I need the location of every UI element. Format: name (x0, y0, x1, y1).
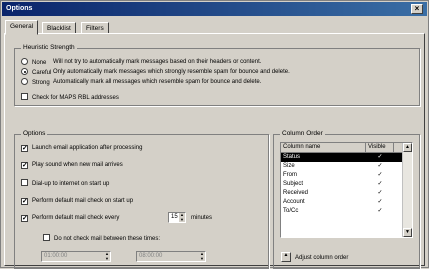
check-play-sound-label: Play sound when new mail arrives (32, 162, 123, 168)
close-button[interactable]: × (411, 4, 423, 14)
radio-careful-desc: Only automatically mark messages which s… (53, 69, 290, 75)
radio-strong[interactable]: Strong (21, 78, 50, 87)
visible-checkbox[interactable]: ✓ (366, 189, 394, 198)
check-play-sound-box[interactable]: ✓ (21, 162, 28, 169)
options-group-title: Options (21, 130, 48, 137)
visible-checkbox[interactable]: ✓ (366, 153, 394, 162)
tab-general[interactable]: General (5, 20, 39, 35)
column-row-status[interactable]: Status ✓ (281, 153, 412, 162)
column-row-name: Received (283, 190, 309, 196)
interval-stepper[interactable]: 15 ▲ ▼ (168, 212, 186, 223)
column-list-header: Column name Visible (281, 143, 412, 153)
radio-careful[interactable]: Careful (21, 68, 51, 77)
scroll-down-button[interactable]: ▼ (403, 228, 412, 237)
visible-checkbox[interactable]: ✓ (366, 171, 394, 180)
check-dial-up-box[interactable] (21, 179, 28, 186)
check-launch-email-box[interactable]: ✓ (21, 145, 28, 152)
column-row-name: To/Cc (283, 208, 299, 214)
header-visible[interactable]: Visible (366, 143, 394, 152)
heuristic-group-title: Heuristic Strength (21, 44, 77, 51)
radio-none-desc: Will not try to automatically mark messa… (53, 59, 262, 65)
radio-careful-button[interactable] (21, 68, 28, 75)
check-mail-every[interactable]: ✓ Perform default mail check every (21, 214, 119, 222)
column-row-name: From (283, 172, 297, 178)
chevron-down-icon: ▼ (405, 229, 410, 235)
interval-unit: minutes (191, 215, 213, 221)
check-dial-up[interactable]: Dial-up to internet on start up (21, 179, 109, 188)
column-row-account[interactable]: Account ✓ (281, 198, 412, 207)
time-from-field[interactable]: 01:00:00 ▲ ▼ (41, 251, 111, 262)
visible-checkbox[interactable]: ✓ (366, 180, 394, 189)
check-dial-up-label: Dial-up to internet on start up (32, 181, 110, 187)
column-list[interactable]: Column name Visible Status ✓ Size ✓ From… (280, 142, 413, 238)
check-mail-startup-box[interactable]: ✓ (21, 198, 28, 205)
visible-checkbox[interactable]: ✓ (366, 207, 394, 216)
radio-none-label: None (32, 60, 47, 66)
options-dialog: Options × General Blacklist Filters Heur… (0, 0, 429, 269)
check-mail-startup-label: Perform default mail check on start up (32, 198, 134, 204)
check-maps-rbl-label: Check for MAPS RBL addresses (32, 95, 119, 101)
column-row-received[interactable]: Received ✓ (281, 189, 412, 198)
time-to-arrows[interactable]: ▲ ▼ (199, 251, 205, 262)
time-to-value: 08:00:00 (139, 253, 163, 259)
check-no-check-times-label: Do not check mail between these times: (54, 236, 161, 242)
chevron-up-icon: ▲ (405, 144, 410, 150)
radio-none-button[interactable] (21, 58, 28, 65)
radio-strong-button[interactable] (21, 78, 28, 85)
check-mail-every-box[interactable]: ✓ (21, 215, 28, 222)
chevron-down-icon[interactable]: ▼ (179, 217, 185, 223)
check-no-check-times[interactable]: Do not check mail between these times: (43, 234, 160, 243)
column-list-scrollbar[interactable]: ▲ ▼ (402, 143, 412, 237)
radio-strong-desc: Automatically mark all messages which re… (53, 79, 262, 85)
time-to-field[interactable]: 08:00:00 ▲ ▼ (136, 251, 206, 262)
check-launch-email-label: Launch email application after processin… (32, 145, 143, 151)
time-from-value: 01:00:00 (44, 253, 68, 259)
column-row-subject[interactable]: Subject ✓ (281, 180, 412, 189)
check-launch-email[interactable]: ✓ Launch email application after processi… (21, 144, 142, 152)
check-play-sound[interactable]: ✓ Play sound when new mail arrives (21, 161, 123, 169)
window-title: Options (6, 5, 33, 12)
chevron-down-icon[interactable]: ▼ (104, 256, 110, 262)
column-row-size[interactable]: Size ✓ (281, 162, 412, 171)
column-row-from[interactable]: From ✓ (281, 171, 412, 180)
adjust-column-order-label: Adjust column order (295, 255, 349, 261)
chevron-up-icon: ▲ (283, 252, 289, 258)
radio-strong-label: Strong (32, 80, 50, 86)
check-maps-rbl-box[interactable] (21, 93, 28, 100)
interval-stepper-arrows[interactable]: ▲ ▼ (179, 212, 185, 223)
column-row-name: Subject (283, 181, 304, 187)
check-no-check-times-box[interactable] (43, 234, 50, 241)
radio-careful-label: Careful (32, 70, 52, 76)
title-bar[interactable]: Options × (2, 2, 427, 16)
radio-none[interactable]: None (21, 58, 46, 67)
close-icon: × (414, 4, 420, 13)
column-order-title: Column Order (280, 130, 325, 137)
adjust-column-order-button[interactable]: ▲ (281, 252, 291, 262)
column-row-name: Account (283, 199, 305, 205)
chevron-down-icon[interactable]: ▼ (199, 256, 205, 262)
check-maps-rbl[interactable]: Check for MAPS RBL addresses (21, 93, 119, 102)
time-from-arrows[interactable]: ▲ ▼ (104, 251, 110, 262)
visible-checkbox[interactable]: ✓ (366, 198, 394, 207)
column-row-name: Size (283, 163, 295, 169)
interval-value: 15 (171, 214, 178, 220)
column-row-to-cc[interactable]: To/Cc ✓ (281, 207, 412, 216)
visible-checkbox[interactable]: ✓ (366, 162, 394, 171)
column-row-name: Status (283, 154, 301, 160)
check-mail-startup[interactable]: ✓ Perform default mail check on start up (21, 197, 133, 205)
header-column-name[interactable]: Column name (281, 143, 366, 152)
check-mail-every-label: Perform default mail check every (32, 215, 120, 221)
scroll-up-button[interactable]: ▲ (403, 143, 412, 152)
